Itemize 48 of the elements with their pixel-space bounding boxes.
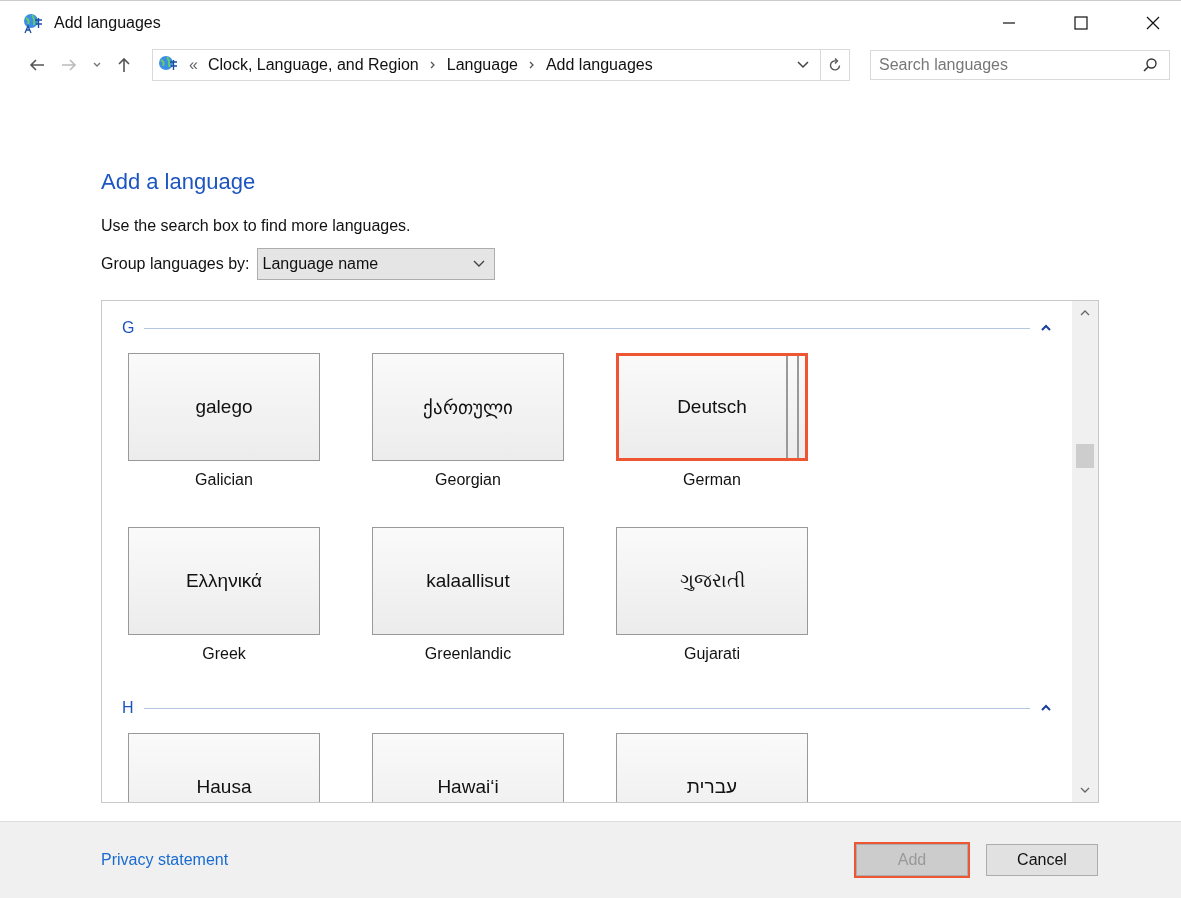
language-tile[interactable]: ქართული	[372, 353, 564, 461]
group-by-label: Group languages by:	[101, 255, 250, 273]
search-field[interactable]: Search languages	[870, 50, 1170, 80]
chevron-down-icon	[471, 259, 486, 269]
page-heading: Add a language	[101, 169, 257, 195]
scroll-down-icon[interactable]	[1080, 786, 1090, 794]
maximize-icon[interactable]	[1073, 15, 1089, 31]
group-letter: H	[122, 699, 134, 717]
language-tile[interactable]: galego	[128, 353, 320, 461]
language-tile[interactable]: kalaallisut	[372, 527, 564, 635]
breadcrumb-item[interactable]: Language	[446, 56, 518, 74]
chevron-right-icon[interactable]	[428, 60, 437, 70]
scrollbar-thumb[interactable]	[1076, 444, 1094, 468]
language-tile[interactable]: Deutsch	[616, 353, 808, 461]
scroll-up-icon[interactable]	[1080, 309, 1090, 317]
scrollbar[interactable]	[1072, 301, 1098, 802]
language-name: Georgian	[435, 471, 501, 489]
window-title: Add languages	[54, 14, 161, 32]
globe-language-icon	[22, 12, 44, 34]
collapse-chevron-icon[interactable]	[1040, 703, 1052, 713]
breadcrumb-item[interactable]: Clock, Language, and Region	[207, 56, 419, 74]
language-tile[interactable]: ગુજરાતી	[616, 527, 808, 635]
close-icon[interactable]	[1145, 15, 1161, 31]
group-letter: G	[122, 319, 135, 337]
language-tile[interactable]: עברית	[616, 733, 808, 802]
breadcrumb-item[interactable]: Add languages	[545, 56, 653, 74]
hint-text: Use the search box to find more languages.	[101, 217, 412, 235]
language-name: Gujarati	[684, 645, 740, 663]
language-name: Greek	[202, 645, 246, 663]
overflow-chevrons[interactable]: «	[189, 56, 198, 74]
search-icon	[1142, 57, 1158, 73]
back-arrow-icon[interactable]	[28, 57, 46, 73]
address-bar[interactable]: « Clock, Language, and Region Language Add languages	[152, 49, 850, 81]
dialog-button[interactable]: Cancel	[986, 844, 1098, 876]
refresh-icon	[827, 57, 843, 73]
up-arrow-icon[interactable]	[116, 56, 132, 74]
chevron-right-icon[interactable]	[527, 60, 536, 70]
language-name: Greenlandic	[424, 645, 512, 663]
chevron-down-icon[interactable]	[92, 61, 102, 69]
language-tile[interactable]: Hawaiʻi	[372, 733, 564, 802]
group-by-dropdown[interactable]: Language name	[256, 248, 495, 280]
language-tile[interactable]: Hausa	[128, 733, 320, 802]
language-name: German	[683, 471, 741, 489]
chevron-down-icon[interactable]	[796, 60, 810, 70]
language-name: Galician	[195, 471, 253, 489]
language-tile[interactable]: Ελληνικά	[128, 527, 320, 635]
privacy-link[interactable]: Privacy statement	[101, 851, 229, 869]
collapse-chevron-icon[interactable]	[1040, 323, 1052, 333]
